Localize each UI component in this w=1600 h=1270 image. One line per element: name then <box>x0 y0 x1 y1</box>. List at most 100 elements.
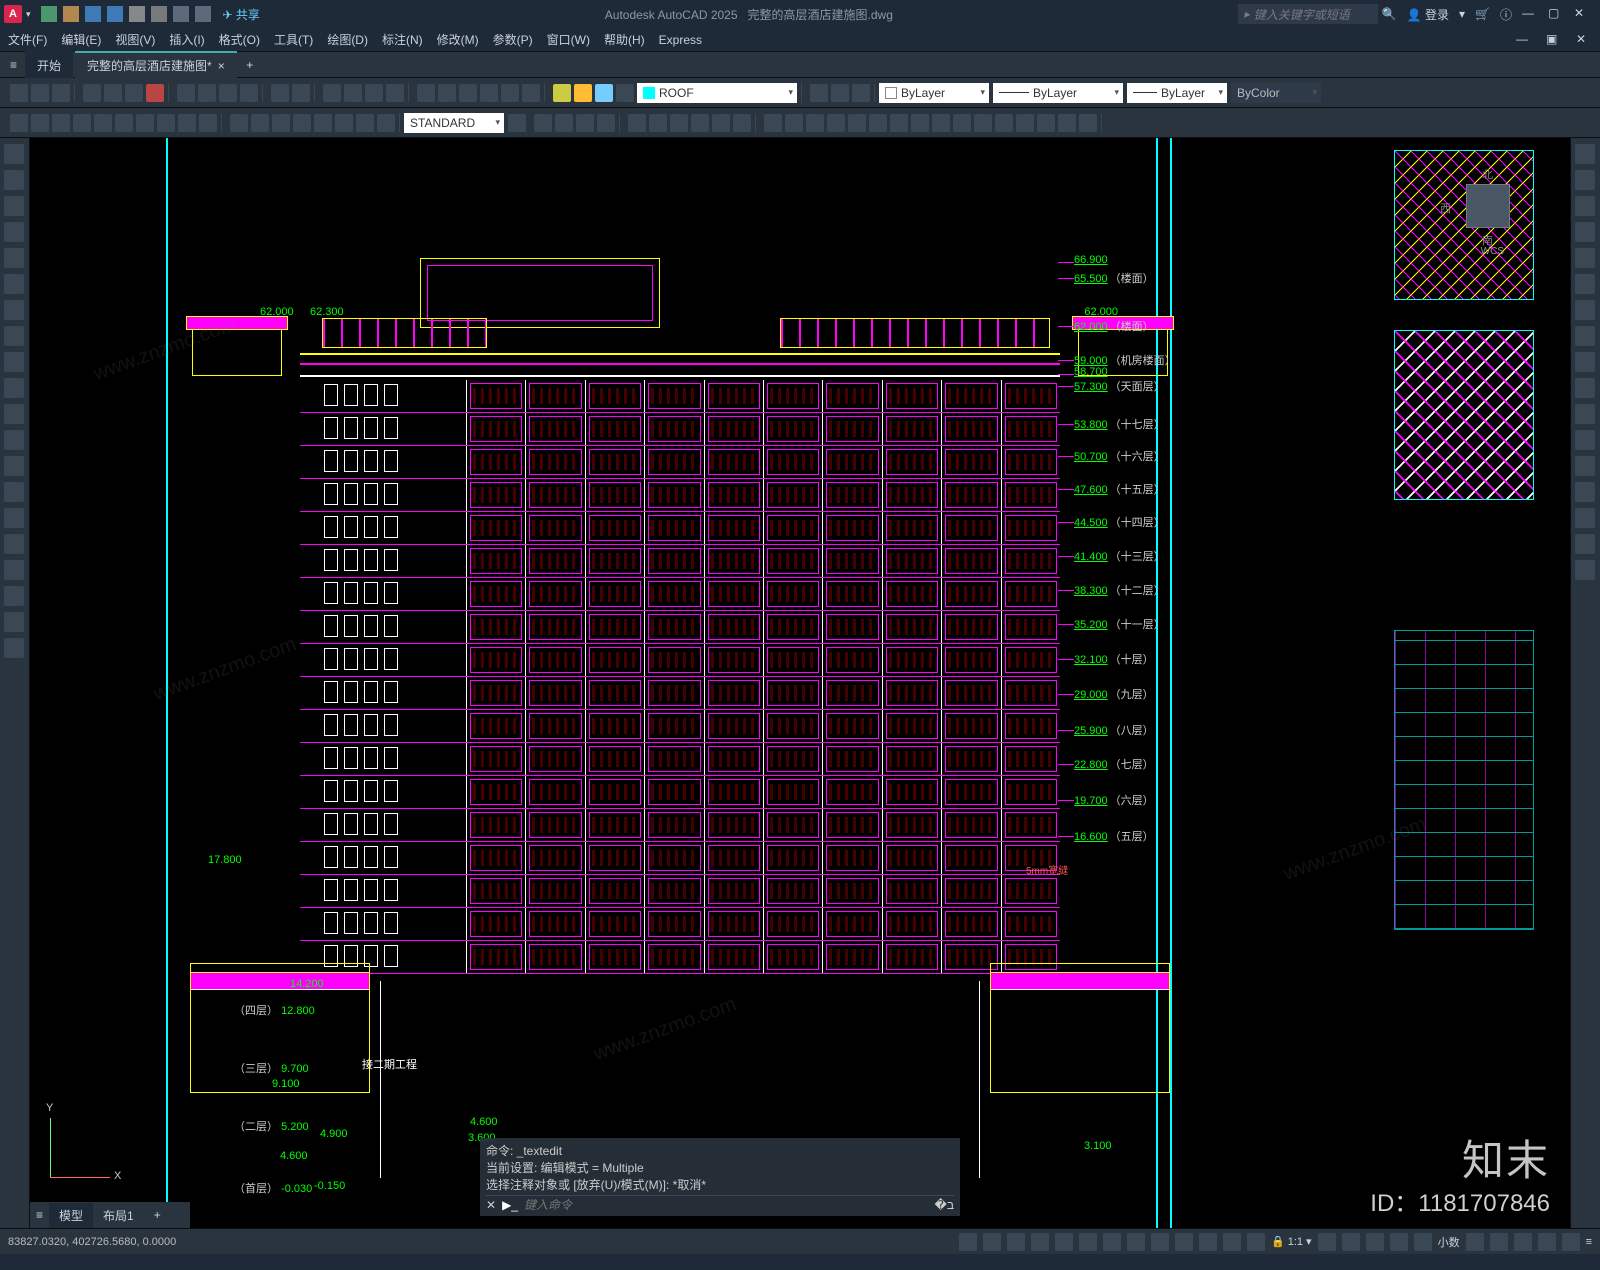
customize-statusbar-icon[interactable]: ≡ <box>1586 1236 1592 1248</box>
units-label[interactable]: 小数 <box>1438 1234 1460 1250</box>
ellipse-icon[interactable] <box>4 378 24 398</box>
qnew-icon[interactable] <box>10 84 28 102</box>
plot2-icon[interactable] <box>83 84 101 102</box>
help-icon[interactable]: ⓘ <box>1500 6 1512 23</box>
circle-icon[interactable] <box>4 300 24 320</box>
copy2-icon[interactable] <box>785 114 803 132</box>
join-icon[interactable] <box>1016 114 1034 132</box>
lineweight-combo[interactable]: ByLayer <box>1127 83 1227 103</box>
move2-icon[interactable] <box>1575 274 1595 294</box>
menu-format[interactable]: 格式(O) <box>219 31 260 48</box>
addsel-icon[interactable] <box>4 638 24 658</box>
snap-toggle[interactable] <box>1007 1233 1025 1251</box>
dim-break-icon[interactable] <box>251 114 269 132</box>
chamfer-icon[interactable] <box>1037 114 1055 132</box>
breakpt-icon[interactable] <box>1575 430 1595 450</box>
layerprev-icon[interactable] <box>852 84 870 102</box>
search-icon[interactable]: 🔍 <box>1382 7 1397 21</box>
copyobj-icon[interactable] <box>1575 170 1595 190</box>
move-icon[interactable] <box>869 114 887 132</box>
ref-attach-icon[interactable] <box>534 114 552 132</box>
presspull-icon[interactable] <box>733 114 751 132</box>
publish-icon[interactable] <box>125 84 143 102</box>
tab-add-layout[interactable]: + <box>144 1204 171 1226</box>
props-icon[interactable] <box>417 84 435 102</box>
scale-icon[interactable] <box>911 114 929 132</box>
doc-close-icon[interactable]: ✕ <box>1576 32 1592 48</box>
dimstyle-icon[interactable] <box>508 114 526 132</box>
app-logo[interactable]: A <box>4 5 22 23</box>
menu-insert[interactable]: 插入(I) <box>169 31 204 48</box>
subtract-icon[interactable] <box>670 114 688 132</box>
viewcube[interactable]: 北 西 南 <box>1452 170 1524 242</box>
undo2-icon[interactable] <box>271 84 289 102</box>
trim-icon[interactable] <box>953 114 971 132</box>
array2-icon[interactable] <box>1575 248 1595 268</box>
polar-toggle[interactable] <box>1055 1233 1073 1251</box>
point-icon[interactable] <box>4 482 24 502</box>
open2-icon[interactable] <box>31 84 49 102</box>
dim-dia-icon[interactable] <box>115 114 133 132</box>
offset2-icon[interactable] <box>1575 222 1595 242</box>
revcloud-icon[interactable] <box>4 326 24 346</box>
cmd-close-icon[interactable]: ✕ <box>486 1198 496 1212</box>
menu-edit[interactable]: 编辑(E) <box>61 31 101 48</box>
region-icon[interactable] <box>628 114 646 132</box>
menu-tools[interactable]: 工具(T) <box>274 31 313 48</box>
inspect-icon[interactable] <box>314 114 332 132</box>
dim-ang-icon[interactable] <box>136 114 154 132</box>
chamfer2-icon[interactable] <box>1575 508 1595 528</box>
doctabs-menu-icon[interactable]: ≡ <box>4 58 23 72</box>
share-button[interactable]: ✈ 共享 <box>223 6 260 23</box>
hwacc-toggle[interactable] <box>1538 1233 1556 1251</box>
break-icon[interactable] <box>995 114 1013 132</box>
3dosnap-toggle[interactable] <box>1199 1233 1217 1251</box>
qprops-toggle[interactable] <box>1466 1233 1484 1251</box>
break2-icon[interactable] <box>1575 456 1595 476</box>
layer-combo[interactable]: ROOF <box>637 83 797 103</box>
command-window[interactable]: 命令: _textedit 当前设置: 编辑模式 = Multiple 选择注释… <box>480 1138 960 1216</box>
transp-toggle[interactable] <box>1151 1233 1169 1251</box>
open-icon[interactable] <box>63 6 79 22</box>
ellipsearc-icon[interactable] <box>4 404 24 424</box>
spline-icon[interactable] <box>4 352 24 372</box>
dcenter-icon[interactable] <box>438 84 456 102</box>
app-menu-chevron[interactable]: ▾ <box>26 9 31 20</box>
extrude-icon[interactable] <box>712 114 730 132</box>
new-icon[interactable] <box>41 6 57 22</box>
redo2-icon[interactable] <box>292 84 310 102</box>
isolate-toggle[interactable] <box>1514 1233 1532 1251</box>
dim-arc-icon[interactable] <box>52 114 70 132</box>
dim-linear-icon[interactable] <box>10 114 28 132</box>
3ddwf-icon[interactable] <box>146 84 164 102</box>
plot-icon[interactable] <box>151 6 167 22</box>
explode2-icon[interactable] <box>1575 560 1595 580</box>
web-icon[interactable] <box>129 6 145 22</box>
dim-radius-icon[interactable] <box>94 114 112 132</box>
fillet-icon[interactable] <box>1058 114 1076 132</box>
help-search[interactable]: ▸键入关键字或短语 <box>1238 4 1378 24</box>
tab-model[interactable]: 模型 <box>49 1203 93 1228</box>
dim-aligned-icon[interactable] <box>31 114 49 132</box>
drawing-canvas[interactable]: 北 西 南 WCS 62.000 <box>30 138 1570 1228</box>
qs-toggle[interactable] <box>1247 1233 1265 1251</box>
model-toggle[interactable] <box>959 1233 977 1251</box>
zoomwin-icon[interactable] <box>365 84 383 102</box>
tab-layout1[interactable]: 布局1 <box>93 1203 144 1228</box>
pan-icon[interactable] <box>323 84 341 102</box>
table-icon[interactable] <box>4 586 24 606</box>
rotate-icon[interactable] <box>890 114 908 132</box>
centermark-icon[interactable] <box>293 114 311 132</box>
zoomprev-icon[interactable] <box>386 84 404 102</box>
linetype-combo[interactable]: ByLayer <box>993 83 1123 103</box>
save2-icon[interactable] <box>52 84 70 102</box>
isodraft-toggle[interactable] <box>1079 1233 1097 1251</box>
tab-start[interactable]: 开始 <box>25 51 73 78</box>
toolpal-icon[interactable] <box>459 84 477 102</box>
lwt-toggle[interactable] <box>1127 1233 1145 1251</box>
rotate2-icon[interactable] <box>1575 300 1595 320</box>
polygon-icon[interactable] <box>4 222 24 242</box>
scale2-icon[interactable] <box>1575 326 1595 346</box>
tab-close-icon[interactable]: × <box>218 59 225 73</box>
menu-help[interactable]: 帮助(H) <box>604 31 645 48</box>
